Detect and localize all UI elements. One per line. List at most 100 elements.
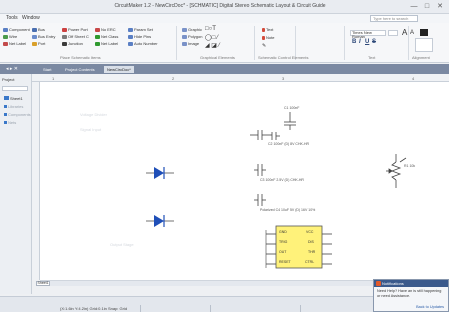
notification-popup[interactable]: Notifications Need Help? Have an is stil…: [373, 279, 449, 312]
capacitor-c3-symbol: [254, 194, 266, 206]
status-divider: [300, 305, 301, 312]
ribbon-label: Param Set: [134, 27, 153, 32]
ribbon-text[interactable]: Text: [262, 27, 273, 32]
font-size-select[interactable]: [388, 30, 398, 36]
library-icon: [4, 105, 7, 108]
ellipse-icon[interactable]: ◯□ ⁄: [205, 34, 218, 41]
ribbon-label: Power Port: [68, 27, 88, 32]
ribbon-junction[interactable]: Junction: [62, 41, 83, 46]
ruler-mark: 4: [412, 76, 415, 81]
diode-d1-symbol[interactable]: [146, 167, 174, 179]
ribbon-off-sheet[interactable]: Off Sheet C: [62, 34, 89, 39]
sheet-icon: [4, 96, 9, 100]
diode-d2-symbol[interactable]: [146, 215, 174, 227]
document-tab-bar: ◂ ▸ ✕ Start Project Contents NewCircDoc*: [0, 64, 449, 74]
close-button[interactable]: ✕: [434, 2, 446, 11]
ribbon-polygon[interactable]: Polygon: [182, 34, 202, 39]
bold-button[interactable]: B: [352, 39, 356, 45]
color-swatch[interactable]: [420, 29, 428, 36]
panel-row-label: Nets: [8, 120, 17, 125]
net-class-icon: [95, 34, 100, 39]
cap-c1-label: C2 100nF (D) 8V CHK-HR: [268, 142, 310, 146]
tab-nav-icons[interactable]: ◂ ▸ ✕: [6, 66, 18, 72]
font-shrink-button[interactable]: A: [410, 30, 414, 36]
window-title: CircuitMaker 1.2 - NewCircDoc* - [SCHMAT…: [114, 3, 326, 9]
italic-button[interactable]: I: [359, 39, 361, 45]
project-panel-header: Project: [2, 77, 15, 82]
tab-start[interactable]: Start: [40, 66, 54, 73]
ribbon-net-label-2[interactable]: Net Label: [95, 41, 118, 46]
tab-project-contents[interactable]: Project Contents: [62, 66, 98, 73]
potentiometer-r1-symbol[interactable]: [386, 154, 407, 188]
panel-row-sheet[interactable]: Sheet1: [4, 96, 23, 101]
ribbon-graphic[interactable]: Graphic: [182, 27, 202, 32]
ribbon-component[interactable]: Component: [3, 27, 30, 32]
ribbon-port[interactable]: Port: [32, 41, 45, 46]
capacitor-top-symbol: [284, 112, 296, 130]
panel-row-label: Libraries: [8, 104, 24, 109]
pen-icon[interactable]: ✎: [262, 43, 266, 49]
minimize-button[interactable]: —: [408, 2, 420, 11]
note-icon: [262, 35, 265, 40]
font-grow-button[interactable]: A: [402, 28, 407, 37]
ribbon-param-set[interactable]: Param Set: [128, 27, 153, 32]
panel-row-nets[interactable]: Nets: [4, 120, 16, 125]
component-list-icon: [4, 113, 7, 116]
ribbon-label: Auto Number: [134, 41, 158, 46]
search-input[interactable]: Type here to search: [370, 15, 418, 22]
ic-555-symbol[interactable]: [265, 225, 332, 269]
ribbon-label: Bus: [38, 27, 45, 32]
notification-icon: [376, 281, 381, 286]
ribbon-label: Wire: [9, 34, 18, 39]
maximize-button[interactable]: □: [421, 2, 433, 11]
ribbon-hide-pins[interactable]: Hide Pins: [128, 34, 151, 39]
ribbon-label: Hide Pins: [134, 34, 152, 39]
panel-filter-input[interactable]: [2, 86, 28, 91]
strike-button[interactable]: S: [372, 39, 376, 45]
menu-window[interactable]: Window: [22, 15, 40, 21]
ribbon-net-class[interactable]: Net Class: [95, 34, 118, 39]
wire-icon: [3, 34, 8, 39]
hide-pins-icon: [128, 34, 133, 39]
ribbon-label: Polygon: [188, 34, 203, 39]
ribbon-label: Graphic: [188, 27, 203, 32]
ribbon-net-label[interactable]: Net Label: [3, 41, 26, 46]
bus-entry-icon: [32, 34, 37, 39]
junction-icon: [62, 41, 67, 46]
ribbon-note[interactable]: Note: [262, 35, 274, 40]
net-label-icon: [95, 41, 100, 46]
ic-pin-right: VCC: [306, 230, 314, 234]
schematic-drawing: [146, 112, 407, 269]
panel-row-libraries[interactable]: Libraries: [4, 104, 23, 109]
group-label: Text: [368, 55, 376, 60]
panel-row-components[interactable]: Components: [4, 112, 31, 117]
alignment-grid-icon[interactable]: [415, 38, 433, 52]
ribbon-separator: [408, 26, 409, 60]
port-icon: [32, 41, 37, 46]
ribbon-bus-entry[interactable]: Bus Entry: [32, 34, 55, 39]
font-family-select[interactable]: Times New Roman: [350, 30, 386, 39]
status-text: (X:1.6in Y:4.2in) Grid:0.1in Snap: Grid: [60, 306, 128, 311]
group-label: Place Schematic Items: [60, 55, 101, 60]
ribbon-no-erc[interactable]: No ERC: [95, 27, 116, 32]
tab-newcircdoc[interactable]: NewCircDoc*: [104, 66, 134, 73]
rectangle-icon[interactable]: □○T: [205, 26, 216, 32]
ribbon-image[interactable]: Image: [182, 41, 199, 46]
sheet-tab[interactable]: Sheet1: [36, 281, 50, 286]
no-erc-icon: [95, 27, 100, 32]
schematic-canvas[interactable]: Voltage Divider Signal Input Output Stag…: [40, 82, 449, 280]
menu-tools[interactable]: Tools: [6, 15, 18, 21]
ribbon-wire[interactable]: Wire: [3, 34, 17, 39]
notification-header: Notifications: [374, 280, 448, 287]
off-sheet-icon: [62, 34, 67, 39]
top-ruler: 1 2 3 4: [32, 74, 449, 82]
ribbon-label: Text: [266, 27, 274, 32]
ribbon-bus[interactable]: Bus: [32, 27, 45, 32]
polygon-icon: [182, 34, 187, 39]
ribbon-auto-number[interactable]: Auto Number: [128, 41, 158, 46]
underline-button[interactable]: U: [365, 39, 369, 45]
ribbon-power-port[interactable]: Power Port: [62, 27, 88, 32]
notification-link[interactable]: Back to Updates: [416, 305, 444, 309]
ribbon-label: Net Label: [9, 41, 27, 46]
arc-icon[interactable]: ◢ ◪ ⁄: [205, 42, 220, 49]
